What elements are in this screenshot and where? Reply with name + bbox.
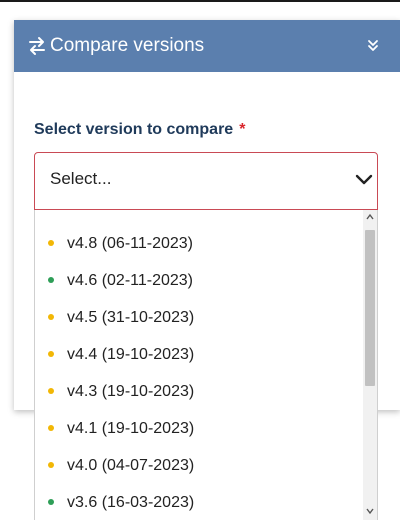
- version-option-label: v4.4 (19-10-2023): [67, 346, 195, 363]
- panel-header[interactable]: Compare versions: [14, 20, 400, 72]
- scroll-up-arrow-icon[interactable]: [363, 210, 377, 224]
- version-options-list: v4.8 (06-11-2023) v4.6 (02-11-2023) v4.5 (…: [35, 225, 363, 520]
- version-dropdown: v4.8 (06-11-2023) v4.6 (02-11-2023) v4.5 (…: [34, 210, 378, 520]
- version-option[interactable]: v4.1 (19-10-2023): [35, 410, 363, 447]
- version-select-label: Select version to compare *: [34, 120, 245, 140]
- version-option[interactable]: v4.8 (06-11-2023): [35, 225, 363, 262]
- chevron-down-icon: [355, 174, 373, 185]
- version-option[interactable]: v4.6 (02-11-2023): [35, 262, 363, 299]
- version-select[interactable]: Select...: [34, 152, 378, 210]
- status-dot-icon: [48, 314, 54, 320]
- status-dot-icon: [48, 277, 54, 283]
- page: Compare versions Select version to compa…: [0, 0, 400, 520]
- status-dot-icon: [48, 388, 54, 394]
- swap-arrows-icon: [29, 37, 45, 55]
- scroll-down-arrow-icon[interactable]: [363, 504, 377, 518]
- version-option-label: v4.3 (19-10-2023): [67, 383, 195, 400]
- top-divider: [0, 0, 400, 2]
- version-option-label: v4.5 (31-10-2023): [67, 309, 195, 326]
- version-select-label-text: Select version to compare: [34, 121, 234, 138]
- panel-title: Compare versions: [50, 35, 205, 56]
- version-option[interactable]: v4.4 (19-10-2023): [35, 336, 363, 373]
- select-value: Select...: [50, 169, 112, 188]
- status-dot-icon: [48, 425, 54, 431]
- version-option-label: v4.1 (19-10-2023): [67, 420, 195, 437]
- version-option[interactable]: v4.3 (19-10-2023): [35, 373, 363, 410]
- status-dot-icon: [48, 462, 54, 468]
- version-option[interactable]: v4.0 (04-07-2023): [35, 447, 363, 484]
- version-option[interactable]: v3.6 (16-03-2023): [35, 484, 363, 520]
- version-option[interactable]: v4.5 (31-10-2023): [35, 299, 363, 336]
- required-marker: *: [239, 121, 246, 138]
- version-option-label: v4.6 (02-11-2023): [67, 272, 193, 289]
- double-chevron-down-icon[interactable]: [364, 37, 382, 55]
- version-option-label: v3.6 (16-03-2023): [67, 494, 195, 511]
- dropdown-scrollbar[interactable]: [363, 210, 377, 520]
- status-dot-icon: [48, 351, 54, 357]
- version-option-label: v4.0 (04-07-2023): [67, 457, 195, 474]
- status-dot-icon: [48, 240, 54, 246]
- status-dot-icon: [48, 499, 54, 505]
- scrollbar-thumb[interactable]: [365, 230, 375, 386]
- version-option-label: v4.8 (06-11-2023): [67, 235, 193, 252]
